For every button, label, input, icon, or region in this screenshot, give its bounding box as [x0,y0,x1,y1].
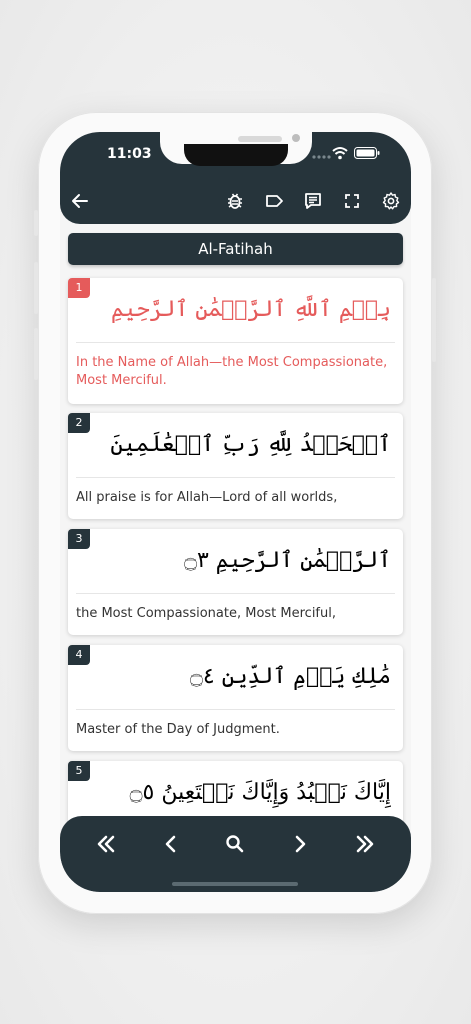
verse-translation: All praise is for Allah—Lord of all worl… [76,490,338,505]
verse-translation: the Most Compassionate, Most Merciful, [76,606,336,621]
side-button-left-2 [34,262,38,314]
verse-number-badge: 5 [68,761,90,781]
first-icon[interactable] [92,830,120,858]
last-icon[interactable] [351,830,379,858]
back-arrow-icon[interactable] [70,191,90,211]
verse-arabic-text: مَٰلِكِ يَوۡمِ ٱلدِّينِ ۝٤ [189,664,391,689]
verse-number-badge: 4 [68,645,90,665]
fullscreen-icon[interactable] [342,191,362,211]
verse-card-1[interactable]: 1 بِسۡمِ ٱللَّهِ ٱلرَّحۡمَٰنِ ٱلرَّحِيمِ… [68,278,403,404]
verse-arabic-text: ٱلۡحَمۡدُ لِلَّهِ رَبِّ ٱلۡعَٰلَمِينَ ۝٢ [108,432,391,457]
tag-icon[interactable] [264,191,284,211]
side-button-right [432,278,436,362]
toolbar [60,178,411,224]
notch [184,144,288,166]
verse-translation: Master of the Day of Judgment. [76,722,280,737]
divider [76,709,395,710]
verse-number-badge: 1 [68,278,90,298]
verse-number-badge: 2 [68,413,90,433]
side-button-left-1 [34,210,38,236]
previous-icon[interactable] [157,830,185,858]
signal-dots-icon [312,155,331,159]
search-icon[interactable] [221,830,249,858]
speaker-grille [238,136,282,142]
surah-title[interactable]: Al-Fatihah [68,233,403,265]
next-icon[interactable] [286,830,314,858]
verse-arabic-text: إِيَّاكَ نَعۡبُدُ وَإِيَّاكَ نَسۡتَعِينُ… [129,780,391,805]
bug-icon[interactable] [225,191,245,211]
verse-arabic-text: بِسۡمِ ٱللَّهِ ٱلرَّحۡمَٰنِ ٱلرَّحِيمِ ۝… [108,297,391,322]
notes-icon[interactable] [303,191,323,211]
verse-card-2[interactable]: 2 ٱلۡحَمۡدُ لِلَّهِ رَبِّ ٱلۡعَٰلَمِينَ … [68,413,403,519]
battery-icon [354,147,380,159]
status-time: 11:03 [107,146,152,162]
bottom-navigation [60,816,411,892]
verse-card-4[interactable]: 4 مَٰلِكِ يَوۡمِ ٱلدِّينِ ۝٤ Master of t… [68,645,403,751]
divider [76,342,395,343]
verse-card-3[interactable]: 3 ٱلرَّحۡمَٰنِ ٱلرَّحِيمِ ۝٣ the Most Co… [68,529,403,635]
divider [76,593,395,594]
wifi-icon [332,147,348,160]
verse-arabic-text: ٱلرَّحۡمَٰنِ ٱلرَّحِيمِ ۝٣ [184,548,391,573]
settings-icon[interactable] [381,191,401,211]
verse-translation: In the Name of Allah—the Most Compassion… [76,355,388,388]
side-button-left-3 [34,328,38,380]
verse-number-badge: 3 [68,529,90,549]
front-camera [292,134,300,142]
home-indicator[interactable] [172,882,298,886]
screen: 11:03 Al-Fatihah 1 بِسۡمِ ٱللَّهِ ٱلرَّح… [60,132,411,892]
divider [76,477,395,478]
